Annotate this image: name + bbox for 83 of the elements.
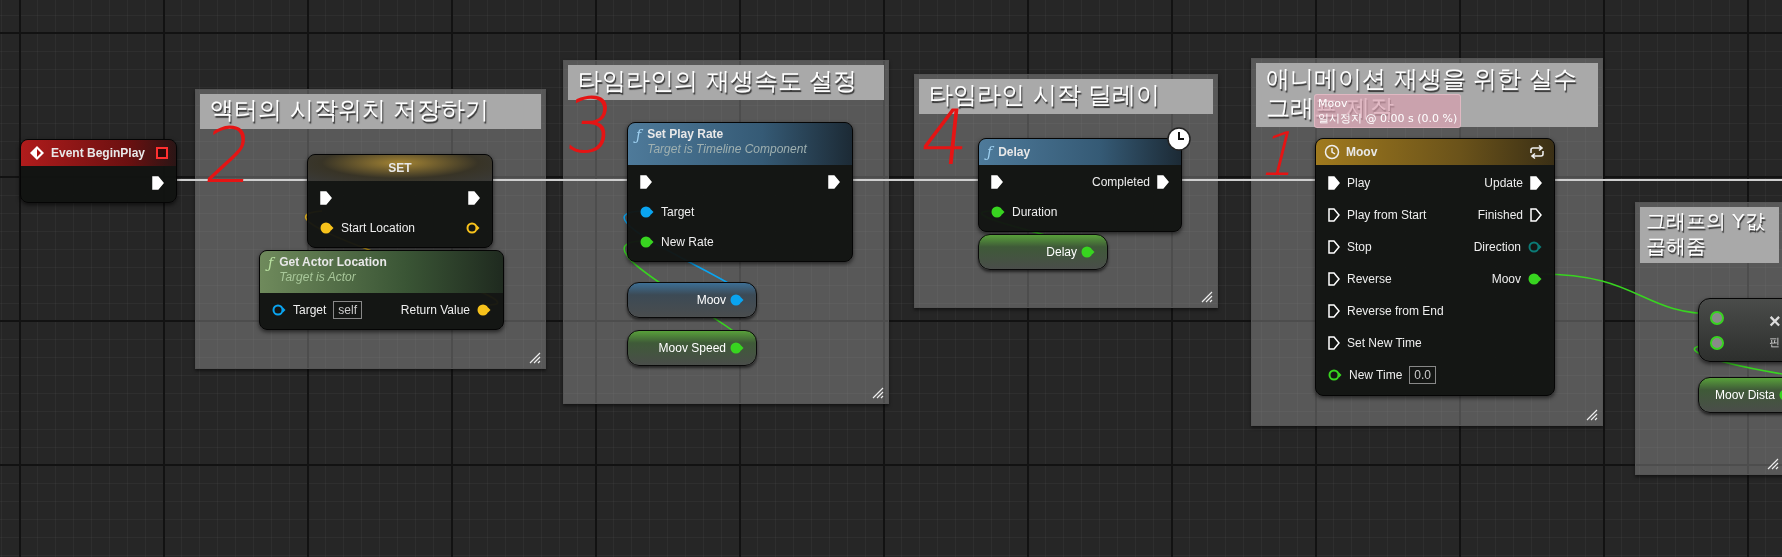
pin-label: Stop (1347, 240, 1372, 254)
pin-icon[interactable] (991, 206, 1005, 218)
exec-pin-icon[interactable] (1328, 272, 1340, 286)
pin-label: Set New Time (1347, 336, 1422, 350)
pin-label: Duration (1012, 205, 1058, 219)
node-title: Moov (1346, 145, 1378, 159)
exec-pin-icon[interactable] (1328, 208, 1340, 222)
pin-label: Finished (1477, 208, 1523, 222)
resize-handle-icon[interactable] (529, 352, 541, 364)
event-icon (29, 145, 45, 161)
pin-label: Moov (1491, 272, 1521, 286)
variable-name: Moov (696, 293, 726, 307)
blueprint-node[interactable]: ƒ Delay Completed Duration (978, 138, 1182, 232)
resize-handle-icon[interactable] (1767, 458, 1779, 470)
add-pin-label[interactable]: 핀 (1769, 335, 1780, 350)
pin-value-field[interactable]: 0.0 (1409, 366, 1437, 384)
pin-icon[interactable] (640, 236, 654, 248)
exec-pin-icon[interactable] (152, 176, 164, 190)
variable-name: Delay (1046, 245, 1077, 259)
node-title: Event BeginPlay (51, 146, 146, 160)
pin-label: Reverse (1347, 272, 1392, 286)
pin-icon[interactable] (477, 304, 491, 316)
exec-pin-icon[interactable] (320, 191, 332, 205)
pin-label: Start Location (341, 221, 416, 235)
pin-label: Direction (1473, 240, 1521, 254)
resize-handle-icon[interactable] (1201, 291, 1213, 303)
variable-node[interactable]: Moov Speed (627, 330, 757, 366)
multiply-node[interactable]: × 핀 (1698, 298, 1782, 362)
clock-icon (1324, 144, 1340, 160)
node-title: Delay (998, 145, 1031, 159)
node-subtitle: Target is Timeline Component (647, 142, 807, 156)
pin-icon[interactable] (640, 206, 654, 218)
exec-pin-icon[interactable] (1328, 336, 1340, 350)
node-subtitle: Target is Actor (279, 270, 357, 284)
pin-label: New Rate (661, 235, 714, 249)
resize-handle-icon[interactable] (1586, 409, 1598, 421)
blueprint-node[interactable]: Event BeginPlay (20, 139, 177, 203)
variable-name: Moov Speed (658, 341, 726, 355)
handwritten-number: 1 (1254, 124, 1308, 184)
pin-label: Target (293, 303, 327, 317)
pin-label: Completed (1091, 175, 1150, 189)
exec-pin-icon[interactable] (640, 175, 652, 189)
variable-name: Moov Dista (1715, 388, 1776, 402)
node-title: Set Play Rate (647, 127, 725, 141)
pin-icon[interactable] (1709, 334, 1725, 351)
pin-icon[interactable] (272, 304, 286, 316)
pin-icon[interactable] (1328, 369, 1342, 381)
pin-icon[interactable] (466, 222, 480, 234)
node-title: SET (388, 161, 412, 175)
blueprint-node[interactable]: ƒ Set Play Rate Target is Timeline Component Target New Rate (627, 122, 853, 262)
exec-pin-icon[interactable] (1530, 176, 1542, 190)
exec-pin-icon[interactable] (1328, 176, 1340, 190)
exec-pin-icon[interactable] (1328, 240, 1340, 254)
comment-title: 그래프의 Y값 곱해줌 (1640, 207, 1779, 263)
pin-value-field[interactable]: self (333, 301, 363, 319)
blueprint-node[interactable]: SET Start Location (307, 154, 493, 248)
pin-label: Play from Start (1347, 208, 1427, 222)
pin-icon[interactable] (320, 222, 334, 234)
blueprint-node[interactable]: ƒ Get Actor Location Target is Actor Target self Return Value (259, 250, 504, 330)
exec-pin-icon[interactable] (1328, 304, 1340, 318)
node-title: Get Actor Location (279, 255, 387, 269)
pin-icon[interactable] (1709, 309, 1725, 326)
pin-label: New Time (1349, 368, 1403, 382)
pin-icon[interactable] (1528, 273, 1542, 285)
exec-pin-icon[interactable] (1157, 175, 1169, 189)
variable-node[interactable]: Moov (627, 282, 757, 318)
exec-pin-icon[interactable] (1530, 208, 1542, 222)
pin-label: Update (1484, 176, 1523, 190)
delegate-pin-icon[interactable] (156, 147, 168, 159)
pin-label: Play (1347, 176, 1371, 190)
exec-pin-icon[interactable] (468, 191, 480, 205)
clock-icon (1167, 127, 1191, 151)
resize-handle-icon[interactable] (872, 387, 884, 399)
exec-pin-icon[interactable] (828, 175, 840, 189)
blueprint-node[interactable]: Moov Play Update Play from Start Finished Stop Direction Reverse Moov Reverse from End Set New Time New Time 0.0 (1315, 138, 1555, 396)
loop-icon (1528, 144, 1546, 160)
variable-node[interactable]: Moov Dista (1698, 377, 1782, 413)
variable-node[interactable]: Delay (978, 234, 1108, 270)
pin-label: Return Value (400, 303, 470, 317)
pin-label: Reverse from End (1347, 304, 1444, 318)
pin-label: Target (661, 205, 695, 219)
operator-symbol: × (1769, 310, 1781, 333)
exec-pin-icon[interactable] (991, 175, 1003, 189)
